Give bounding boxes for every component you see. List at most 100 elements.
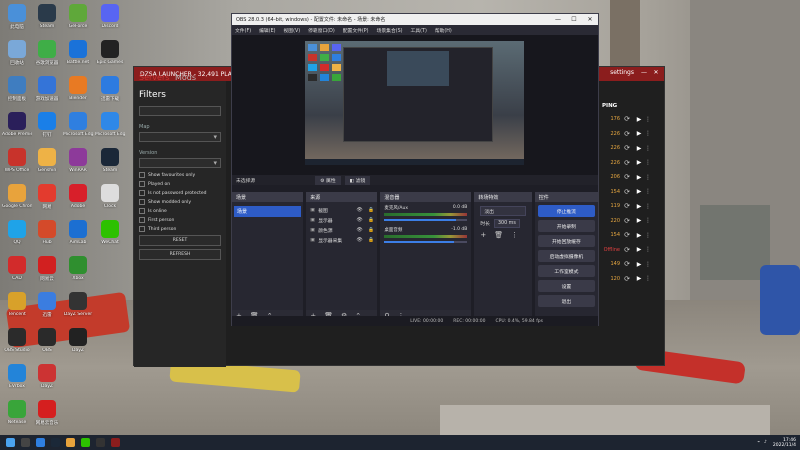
obs-maximize-icon[interactable]: ☐ <box>566 14 582 25</box>
volume-slider[interactable] <box>384 241 468 243</box>
lock-icon[interactable]: 🔒 <box>365 208 377 213</box>
desktop-icon[interactable]: 谷歌浏览器 <box>32 40 62 76</box>
desktop-icon[interactable]: 网易云 <box>32 256 62 292</box>
desktop-icon[interactable]: Microsoft Edge <box>63 112 93 148</box>
refresh-icon[interactable]: ⟳ <box>620 115 634 123</box>
play-icon[interactable]: ▶ <box>634 275 644 282</box>
desktop-icon[interactable]: Battle.net <box>63 40 93 76</box>
scene-item[interactable]: 场景 <box>234 206 302 217</box>
desktop-icon[interactable]: EVrbox <box>2 364 32 400</box>
server-row[interactable]: 226 ⟳ ▶ ⋮ <box>602 141 662 156</box>
minimize-icon[interactable]: — <box>638 69 650 76</box>
desktop-icon[interactable]: 迅雷下载 <box>95 76 125 112</box>
control-button[interactable]: 开始回放缓存 <box>537 235 596 247</box>
checkbox-icon[interactable] <box>139 226 145 232</box>
control-button[interactable]: 停止推流 <box>537 205 596 217</box>
desktop-icon[interactable]: Steam <box>95 148 125 184</box>
desktop-icon[interactable]: 游戏加速器 <box>32 76 62 112</box>
desktop-icon[interactable]: Clock <box>95 184 125 220</box>
obs-taskbar-icon[interactable] <box>96 438 105 447</box>
menu-item[interactable]: 工具(T) <box>411 27 427 34</box>
source-item[interactable]: ▣ 截图 👁 🔒 <box>306 205 377 215</box>
menu-item[interactable]: 配置文件(P) <box>343 27 369 34</box>
clock[interactable]: 17:46 2022/11/4 <box>773 438 796 448</box>
refresh-icon[interactable]: ⟳ <box>620 144 634 152</box>
refresh-icon[interactable]: ⟳ <box>620 246 634 254</box>
more-icon[interactable]: ⋮ <box>644 261 652 268</box>
source-item[interactable]: ▣ 显示器 👁 🔒 <box>306 215 377 225</box>
play-icon[interactable]: ▶ <box>634 159 644 166</box>
visibility-icon[interactable]: 👁 <box>353 238 365 243</box>
more-icon[interactable]: ⋮ <box>644 188 652 195</box>
desktop-icon[interactable]: Adobe <box>63 184 93 220</box>
desktop-icon[interactable]: OBS Studio <box>2 328 32 364</box>
control-button[interactable]: 设置 <box>537 280 596 292</box>
server-row[interactable]: 176 ⟳ ▶ ⋮ <box>602 112 662 127</box>
refresh-icon[interactable]: ⟳ <box>620 159 634 167</box>
play-icon[interactable]: ▶ <box>634 261 644 268</box>
visibility-icon[interactable]: 👁 <box>353 208 365 213</box>
remove-transition-icon[interactable]: 🗑 <box>494 231 503 239</box>
volume-slider[interactable] <box>384 219 468 221</box>
more-icon[interactable]: ⋮ <box>644 159 652 166</box>
desktop-icon[interactable]: WinRAR <box>63 148 93 184</box>
obs-minimize-icon[interactable]: — <box>550 14 566 25</box>
lock-icon[interactable]: 🔒 <box>365 238 377 243</box>
lock-icon[interactable]: 🔒 <box>365 228 377 233</box>
visibility-icon[interactable]: 👁 <box>353 218 365 223</box>
search-icon[interactable] <box>21 438 30 447</box>
lock-icon[interactable]: 🔒 <box>365 218 377 223</box>
play-icon[interactable]: ▶ <box>634 188 644 195</box>
source-item[interactable]: ▣ 颜色源 👁 🔒 <box>306 225 377 235</box>
play-icon[interactable]: ▶ <box>634 145 644 152</box>
desktop-icon[interactable]: DayZ Server <box>63 292 93 328</box>
filter-search-input[interactable] <box>139 106 221 116</box>
add-transition-icon[interactable]: + <box>480 231 486 239</box>
more-icon[interactable]: ⋮ <box>644 217 652 224</box>
desktop-icon[interactable]: Xbox <box>63 256 93 292</box>
control-button[interactable]: 启动虚拟摄像机 <box>537 250 596 262</box>
menu-item[interactable]: 视图(V) <box>283 27 300 34</box>
filter-checkbox[interactable]: Is online <box>139 208 221 214</box>
server-row[interactable]: 226 ⟳ ▶ ⋮ <box>602 127 662 142</box>
obs-close-icon[interactable]: ✕ <box>582 14 598 25</box>
control-button[interactable]: 开始录制 <box>537 220 596 232</box>
play-icon[interactable]: ▶ <box>634 130 644 137</box>
more-icon[interactable]: ⋮ <box>644 203 652 210</box>
menu-item[interactable]: 场景集合(S) <box>377 27 403 34</box>
desktop-icon[interactable]: GeForce <box>63 4 93 40</box>
more-icon[interactable]: ⋮ <box>644 145 652 152</box>
server-row[interactable]: 154 ⟳ ▶ ⋮ <box>602 228 662 243</box>
checkbox-icon[interactable] <box>139 199 145 205</box>
filter-checkbox[interactable]: Show favourites only <box>139 172 221 178</box>
play-icon[interactable]: ▶ <box>634 246 644 253</box>
filter-checkbox[interactable]: Is not password protected <box>139 190 221 196</box>
server-row[interactable]: 206 ⟳ ▶ ⋮ <box>602 170 662 185</box>
desktop-icon[interactable]: 迅雷 <box>32 292 62 328</box>
transition-menu-icon[interactable]: ⋮ <box>511 231 518 239</box>
edge-icon[interactable] <box>36 438 45 447</box>
more-icon[interactable]: ⋮ <box>644 275 652 282</box>
properties-button[interactable]: ⚙ 属性 <box>315 175 341 185</box>
steam-icon[interactable] <box>51 438 60 447</box>
more-icon[interactable]: ⋮ <box>644 130 652 137</box>
desktop-icon[interactable]: 网易 <box>32 184 62 220</box>
menu-item[interactable]: 文件(F) <box>235 27 251 34</box>
dzsa-settings-link[interactable]: settings <box>610 69 634 76</box>
desktop-icon[interactable]: OBS <box>32 328 62 364</box>
filter-checkbox[interactable]: First person <box>139 217 221 223</box>
desktop-icon[interactable]: Blender <box>63 76 93 112</box>
transition-select[interactable]: 淡出 <box>480 206 526 216</box>
desktop-icon[interactable]: AimLab <box>63 220 93 256</box>
refresh-icon[interactable]: ⟳ <box>620 130 634 138</box>
refresh-icon[interactable]: ⟳ <box>620 173 634 181</box>
server-row[interactable]: 220 ⟳ ▶ ⋮ <box>602 214 662 229</box>
more-icon[interactable]: ⋮ <box>644 174 652 181</box>
play-icon[interactable]: ▶ <box>634 174 644 181</box>
control-button[interactable]: 工作室模式 <box>537 265 596 277</box>
refresh-icon[interactable]: ⟳ <box>620 231 634 239</box>
server-row[interactable]: 120 ⟳ ▶ ⋮ <box>602 272 662 287</box>
play-icon[interactable]: ▶ <box>634 217 644 224</box>
desktop-icon[interactable]: DayZ <box>63 328 93 364</box>
tab-mods[interactable]: Mods <box>175 73 196 82</box>
